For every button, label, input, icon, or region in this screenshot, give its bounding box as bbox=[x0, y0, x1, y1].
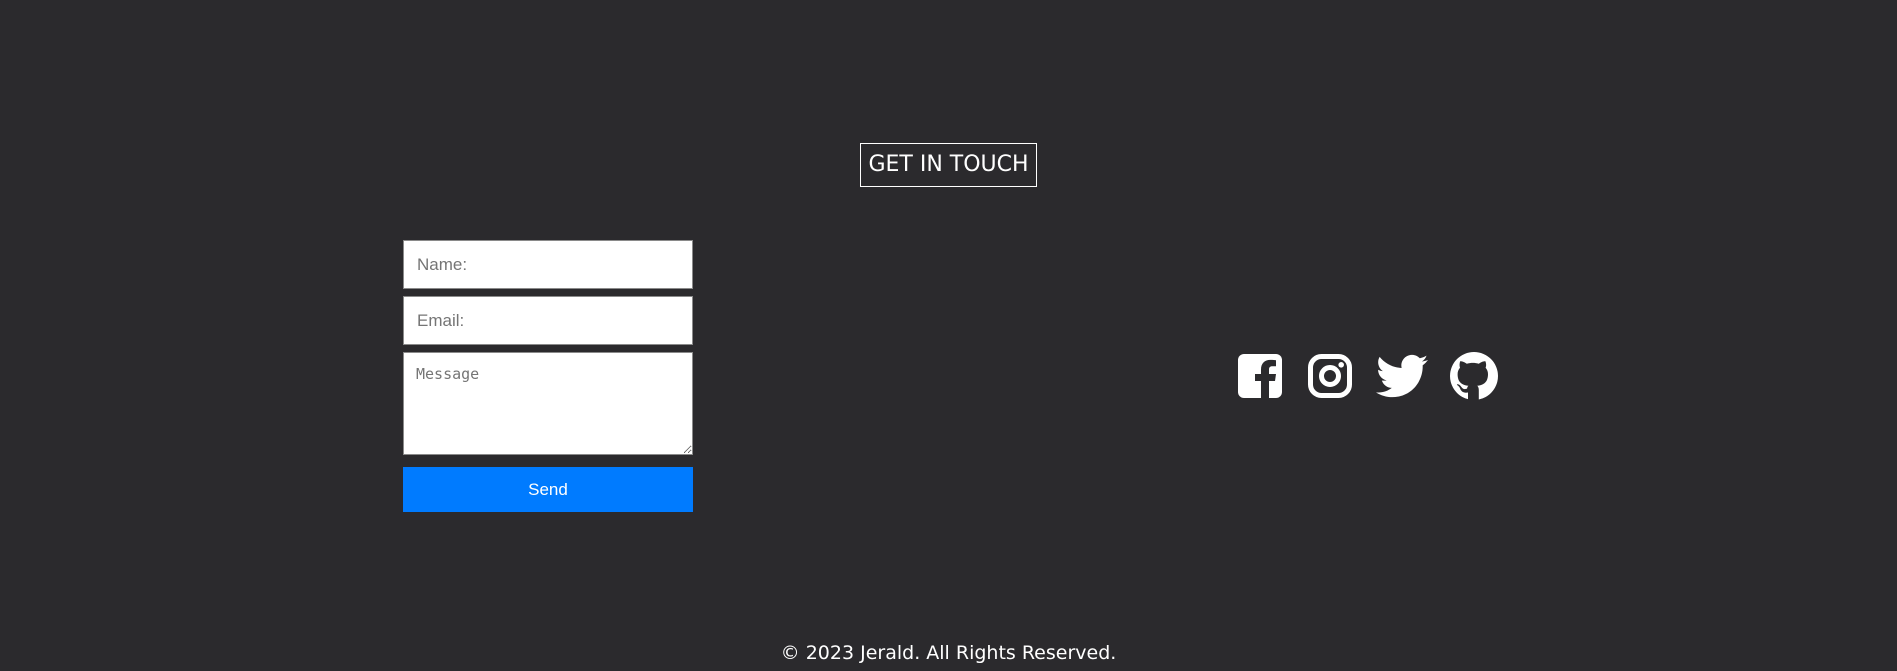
twitter-icon bbox=[1376, 354, 1428, 398]
social-links bbox=[1236, 352, 1498, 400]
github-link[interactable] bbox=[1450, 352, 1498, 400]
instagram-link[interactable] bbox=[1306, 352, 1354, 400]
footer-copyright: © 2023 Jerald. All Rights Reserved. bbox=[780, 642, 1117, 664]
email-input[interactable] bbox=[403, 296, 693, 345]
twitter-link[interactable] bbox=[1376, 352, 1428, 400]
facebook-link[interactable] bbox=[1236, 352, 1284, 400]
message-textarea[interactable] bbox=[403, 352, 693, 455]
send-button[interactable]: Send bbox=[403, 467, 693, 512]
section-title: GET IN TOUCH bbox=[860, 143, 1037, 187]
facebook-icon bbox=[1238, 354, 1282, 400]
contact-form: Send bbox=[403, 240, 693, 512]
contact-page: GET IN TOUCH Send bbox=[0, 0, 1897, 671]
instagram-icon bbox=[1308, 354, 1352, 398]
name-input[interactable] bbox=[403, 240, 693, 289]
github-icon bbox=[1450, 352, 1498, 400]
